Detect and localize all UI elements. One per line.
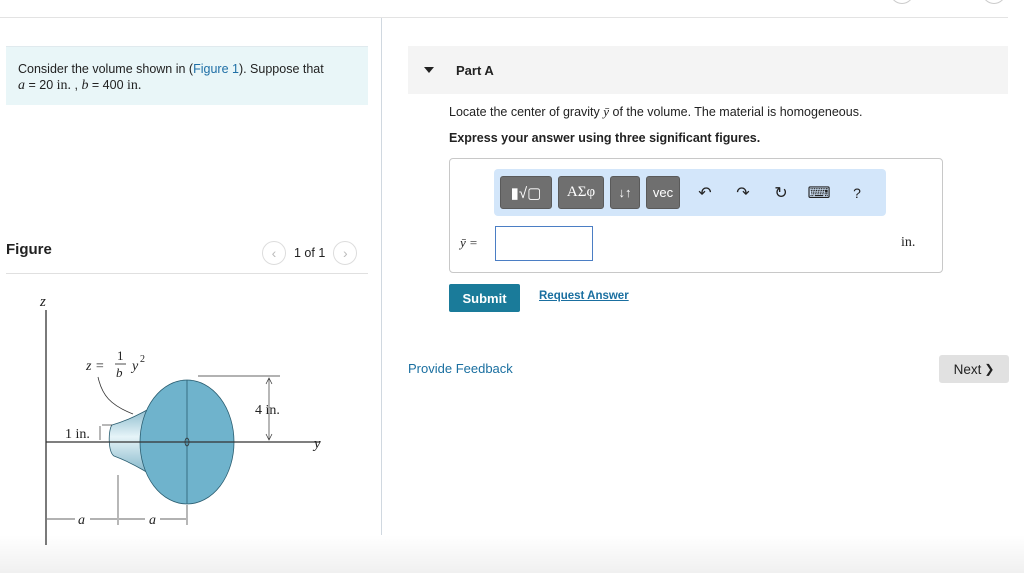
question-post: of the volume. The material is homogeneo…	[609, 105, 863, 119]
arrows-up-down-icon: ↓↑	[618, 185, 632, 200]
submit-button[interactable]: Submit	[449, 284, 520, 312]
figure-diagram: z y z = 1 b y 2 1 in. 4 in. a a	[39, 294, 321, 545]
part-title: Part A	[456, 62, 494, 78]
keyboard-button[interactable]: ⌨	[800, 183, 838, 203]
redo-icon: ↷	[736, 184, 750, 202]
templates-button[interactable]: ▮√▢	[500, 176, 552, 209]
answer-input[interactable]	[495, 226, 593, 261]
equation-numerator: 1	[117, 348, 124, 363]
vector-button[interactable]: vec	[646, 176, 680, 209]
answer-panel: ▮√▢ ΑΣφ ↓↑ vec ↶ ↷ ↻ ⌨ ? ȳ = in.	[449, 158, 943, 273]
question-text: Locate the center of gravity ȳ of the vo…	[449, 104, 862, 120]
greek-symbols-button[interactable]: ΑΣφ	[558, 176, 604, 209]
figure-pager: ‹ 1 of 1 ›	[262, 241, 358, 265]
next-button[interactable]: Next ❯	[939, 355, 1009, 383]
top-divider	[0, 17, 1008, 18]
column-divider	[381, 18, 382, 573]
large-radius-label: 4 in.	[255, 403, 280, 418]
problem-intro: Consider the volume shown in (	[18, 62, 194, 76]
greek-symbols-label: ΑΣφ	[566, 184, 596, 200]
separator: ,	[71, 78, 82, 92]
y-axis-label: y	[312, 436, 321, 452]
z-axis-label: z	[39, 294, 46, 310]
next-label: Next	[953, 361, 982, 377]
a-unit: in.	[56, 78, 72, 93]
reset-button[interactable]: ↻	[762, 183, 800, 203]
a-value: = 20	[25, 78, 57, 92]
equation-denominator: b	[116, 365, 123, 380]
chevron-left-icon: ‹	[271, 245, 277, 261]
problem-intro-end: ). Suppose that	[238, 62, 324, 76]
equation-exponent: 2	[140, 354, 145, 365]
part-a-header[interactable]: Part A	[408, 46, 1008, 94]
reset-icon: ↻	[774, 184, 788, 202]
equation-rhs: y	[130, 359, 139, 374]
dim-a-label-2: a	[149, 513, 156, 528]
help-icon: ?	[853, 184, 861, 201]
question-pre: Locate the center of gravity	[449, 105, 604, 119]
answer-unit: in.	[901, 235, 916, 250]
equation-leader	[97, 376, 134, 415]
dim-a-label-1: a	[78, 513, 85, 528]
math-toolbar: ▮√▢ ΑΣφ ↓↑ vec ↶ ↷ ↻ ⌨ ?	[494, 169, 886, 216]
small-radius-label: 1 in.	[65, 427, 90, 442]
next-figure-button[interactable]: ›	[333, 241, 358, 265]
top-nav-circle[interactable]	[890, 0, 914, 4]
answer-variable-label: ȳ =	[460, 235, 478, 250]
keyboard-icon: ⌨	[807, 184, 831, 202]
figure-link[interactable]: Figure 1	[193, 62, 239, 76]
caret-down-icon	[424, 67, 434, 73]
b-value: = 400	[88, 78, 128, 92]
provide-feedback-link[interactable]: Provide Feedback	[408, 361, 513, 376]
request-answer-link[interactable]: Request Answer	[539, 290, 629, 302]
undo-icon: ↶	[698, 184, 712, 202]
instruction-text: Express your answer using three signific…	[449, 131, 761, 145]
problem-statement: Consider the volume shown in (Figure 1).…	[6, 46, 368, 105]
vector-label: vec	[652, 185, 674, 200]
subscript-superscript-button[interactable]: ↓↑	[610, 176, 640, 209]
figure-title: Figure	[6, 241, 52, 258]
b-unit: in.	[127, 78, 142, 93]
figure-divider	[6, 273, 368, 274]
top-nav-circle[interactable]	[982, 0, 1006, 4]
chevron-right-icon: ›	[342, 245, 348, 261]
figure-page-count: 1 of 1	[294, 246, 326, 260]
equation-lhs: z =	[85, 359, 104, 374]
undo-button[interactable]: ↶	[686, 183, 724, 203]
templates-icon: ▮√▢	[510, 184, 542, 202]
prev-figure-button[interactable]: ‹	[262, 241, 286, 265]
chevron-right-icon: ❯	[984, 362, 995, 376]
redo-button[interactable]: ↷	[724, 183, 762, 203]
help-button[interactable]: ?	[838, 185, 876, 201]
a-variable: a	[18, 78, 25, 93]
